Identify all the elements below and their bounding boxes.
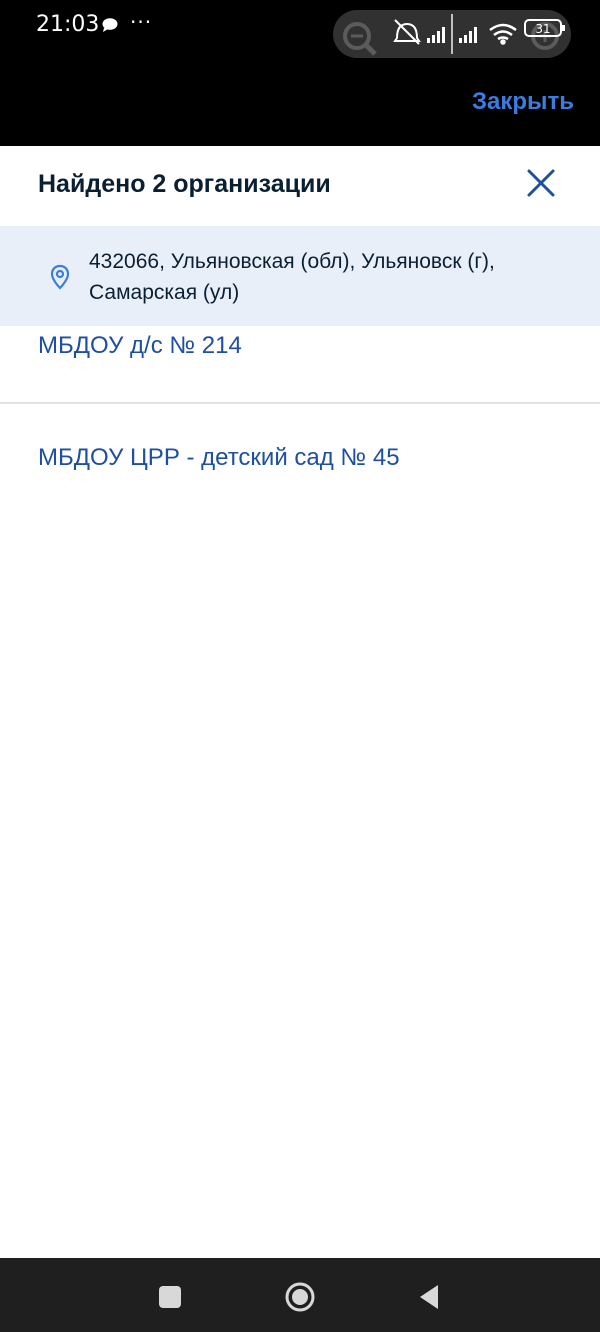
wifi-icon (489, 23, 517, 45)
modal-header: Найдено 2 организации (0, 146, 600, 226)
status-bar-area: 21:03 ··· 31 Закрыть (0, 0, 600, 146)
close-link[interactable]: Закрыть (472, 88, 574, 116)
more-notifications-icon: ··· (130, 10, 153, 34)
mute-icon (393, 19, 421, 45)
recents-button[interactable] (150, 1276, 190, 1316)
list-item[interactable]: МБДОУ ЦРР - детский сад № 45 (0, 404, 600, 484)
location-pin-icon (50, 264, 70, 290)
close-icon[interactable] (526, 168, 556, 198)
chat-icon (102, 18, 118, 32)
address-banner: 432066, Ульяновская (обл), Ульяновск (г)… (0, 226, 600, 326)
status-time: 21:03 (36, 12, 100, 37)
list-item[interactable]: МБДОУ д/с № 214 (0, 326, 600, 404)
back-button[interactable] (408, 1276, 448, 1316)
home-button[interactable] (280, 1276, 320, 1316)
screen: 21:03 ··· 31 Закрыть Найдено 2 организац… (0, 0, 600, 1332)
organization-link[interactable]: МБДОУ ЦРР - детский сад № 45 (38, 444, 400, 472)
status-icons: 31 (343, 19, 565, 56)
system-nav-bar (0, 1258, 600, 1332)
page-title: Найдено 2 организации (38, 170, 331, 198)
organization-link[interactable]: МБДОУ д/с № 214 (38, 332, 242, 360)
signal-icon (459, 27, 477, 43)
address-text: 432066, Ульяновская (обл), Ульяновск (г)… (89, 250, 495, 304)
signal-icon (427, 27, 445, 43)
battery-level: 31 (535, 22, 550, 36)
zoom-out-icon (343, 22, 377, 56)
